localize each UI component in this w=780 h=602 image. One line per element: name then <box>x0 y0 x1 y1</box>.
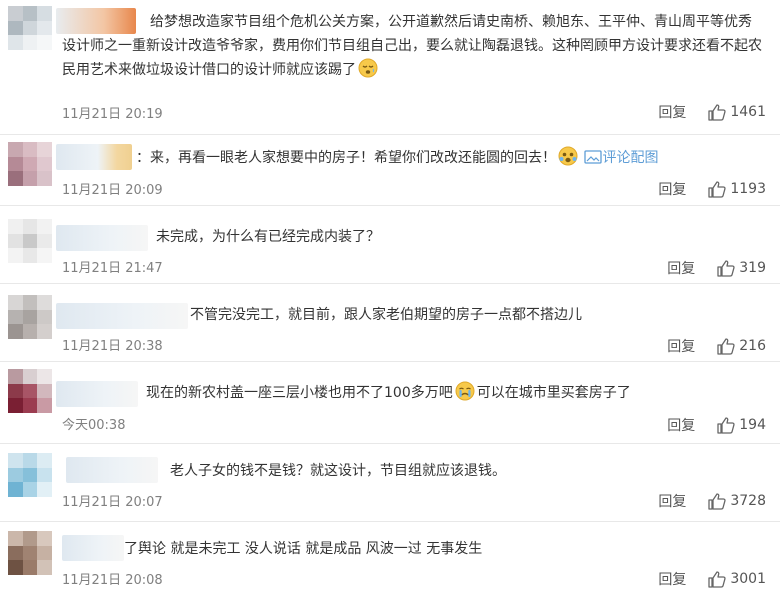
comment-body: ：来，再看一眼老人家想要中的房子！希望你们改改还能圆的回去！ <box>136 150 556 166</box>
like-button[interactable]: 319 <box>717 259 766 277</box>
comment-item: 老人子女的钱不是钱？就这设计，节目组就应该退钱。 11月21日 20:07 回复… <box>0 443 780 522</box>
comment-body: 现在的新农村盖一座三层小楼也用不了100多万吧 <box>146 385 453 401</box>
avatar[interactable] <box>8 6 52 50</box>
avatar[interactable] <box>8 219 52 263</box>
comment-item: ：来，再看一眼老人家想要中的房子！希望你们改改还能圆的回去！ 评论配图 11月2… <box>0 134 780 206</box>
like-button[interactable]: 194 <box>717 416 766 434</box>
like-button[interactable]: 216 <box>717 337 766 355</box>
like-count: 1193 <box>730 181 766 197</box>
avatar[interactable] <box>8 453 52 497</box>
comment-text: 未完成，为什么有已经完成内装了？ <box>156 225 762 249</box>
reply-button[interactable]: 回复 <box>658 491 686 511</box>
comment-body: 老人子女的钱不是钱？就这设计，节目组就应该退钱。 <box>170 463 506 479</box>
comment-body-continued: 可以在城市里买套房子了 <box>476 385 631 401</box>
comment-time: 今天00:38 <box>62 418 126 433</box>
comment-item: 现在的新农村盖一座三层小楼也用不了100多万吧 可以在城市里买套房子了 今天00:… <box>0 361 780 444</box>
sleepy-emoji-icon <box>358 58 378 78</box>
thumbs-up-icon <box>708 492 726 510</box>
comment-actions: 回复 319 <box>667 258 766 278</box>
comment-body: 不管完没完工，就目前，跟人家老伯期望的房子一点都不搭边儿 <box>190 307 582 323</box>
comment-list: 给梦想改造家节目组个危机公关方案，公开道歉然后请史南桥、赖旭东、王平仲、青山周平… <box>0 0 780 602</box>
username-blurred[interactable] <box>56 381 138 407</box>
username-blurred[interactable] <box>66 457 158 483</box>
reply-button[interactable]: 回复 <box>667 258 695 278</box>
thumbs-up-icon <box>708 180 726 198</box>
like-count: 3728 <box>730 493 766 509</box>
reply-button[interactable]: 回复 <box>658 179 686 199</box>
like-count: 216 <box>739 338 766 354</box>
comment-time: 11月21日 20:19 <box>62 107 163 122</box>
avatar[interactable] <box>8 369 52 413</box>
reply-button[interactable]: 回复 <box>667 415 695 435</box>
username-blurred[interactable] <box>62 535 124 561</box>
thumbs-up-icon <box>717 259 735 277</box>
comment-body: 给梦想改造家节目组个危机公关方案，公开道歉然后请史南桥、赖旭东、王平仲、青山周平… <box>62 14 762 78</box>
comment-item: 给梦想改造家节目组个危机公关方案，公开道歉然后请史南桥、赖旭东、王平仲、青山周平… <box>0 0 780 135</box>
comment-item: 不管完没完工，就目前，跟人家老伯期望的房子一点都不搭边儿 11月21日 20:3… <box>0 283 780 362</box>
reply-button[interactable]: 回复 <box>658 569 686 589</box>
comment-actions: 回复 3728 <box>658 491 766 511</box>
comment-actions: 回复 3001 <box>658 569 766 589</box>
comment-item: 了舆论 就是未完工 没人说话 就是成品 风波一过 无事发生 11月21日 20:… <box>0 521 780 602</box>
comment-time: 11月21日 20:08 <box>62 573 163 588</box>
like-button[interactable]: 1193 <box>708 180 766 198</box>
like-count: 3001 <box>730 571 766 587</box>
like-button[interactable]: 3001 <box>708 570 766 588</box>
username-blurred[interactable] <box>56 225 148 251</box>
like-button[interactable]: 3728 <box>708 492 766 510</box>
reply-button[interactable]: 回复 <box>667 336 695 356</box>
username-blurred[interactable] <box>56 303 188 329</box>
comment-text: 给梦想改造家节目组个危机公关方案，公开道歉然后请史南桥、赖旭东、王平仲、青山周平… <box>62 10 762 82</box>
comment-text: 现在的新农村盖一座三层小楼也用不了100多万吧 可以在城市里买套房子了 <box>146 381 762 405</box>
comment-time: 11月21日 20:07 <box>62 495 163 510</box>
comment-actions: 回复 1193 <box>658 179 766 199</box>
comment-text: 老人子女的钱不是钱？就这设计，节目组就应该退钱。 <box>170 459 762 483</box>
thumbs-up-icon <box>708 570 726 588</box>
thumbs-up-icon <box>717 337 735 355</box>
image-icon <box>584 150 603 164</box>
comment-image-label: 评论配图 <box>602 150 659 166</box>
shocked-emoji-icon <box>558 146 578 166</box>
comment-text: 不管完没完工，就目前，跟人家老伯期望的房子一点都不搭边儿 <box>190 303 762 327</box>
thumbs-up-icon <box>708 103 726 121</box>
like-count: 1461 <box>730 104 766 120</box>
like-count: 319 <box>739 260 766 276</box>
crying-emoji-icon <box>455 381 475 401</box>
username-blurred[interactable] <box>56 144 132 170</box>
comment-actions: 回复 194 <box>667 415 766 435</box>
thumbs-up-icon <box>717 416 735 434</box>
comment-item: 未完成，为什么有已经完成内装了？ 11月21日 21:47 回复 319 <box>0 205 780 284</box>
like-button[interactable]: 1461 <box>708 103 766 121</box>
comment-text: 了舆论 就是未完工 没人说话 就是成品 风波一过 无事发生 <box>124 537 762 561</box>
comment-time: 11月21日 21:47 <box>62 261 163 276</box>
avatar[interactable] <box>8 531 52 575</box>
comment-body: 了舆论 就是未完工 没人说话 就是成品 风波一过 无事发生 <box>124 541 483 557</box>
avatar[interactable] <box>8 142 52 186</box>
avatar[interactable] <box>8 295 52 339</box>
reply-button[interactable]: 回复 <box>658 102 686 122</box>
comment-time: 11月21日 20:38 <box>62 339 163 354</box>
comment-image-link[interactable]: 评论配图 <box>584 150 658 166</box>
like-count: 194 <box>739 417 766 433</box>
comment-actions: 回复 216 <box>667 336 766 356</box>
comment-text: ：来，再看一眼老人家想要中的房子！希望你们改改还能圆的回去！ 评论配图 <box>136 146 762 170</box>
comment-time: 11月21日 20:09 <box>62 183 163 198</box>
comment-body: 未完成，为什么有已经完成内装了？ <box>156 229 380 245</box>
comment-actions: 回复 1461 <box>658 102 766 122</box>
